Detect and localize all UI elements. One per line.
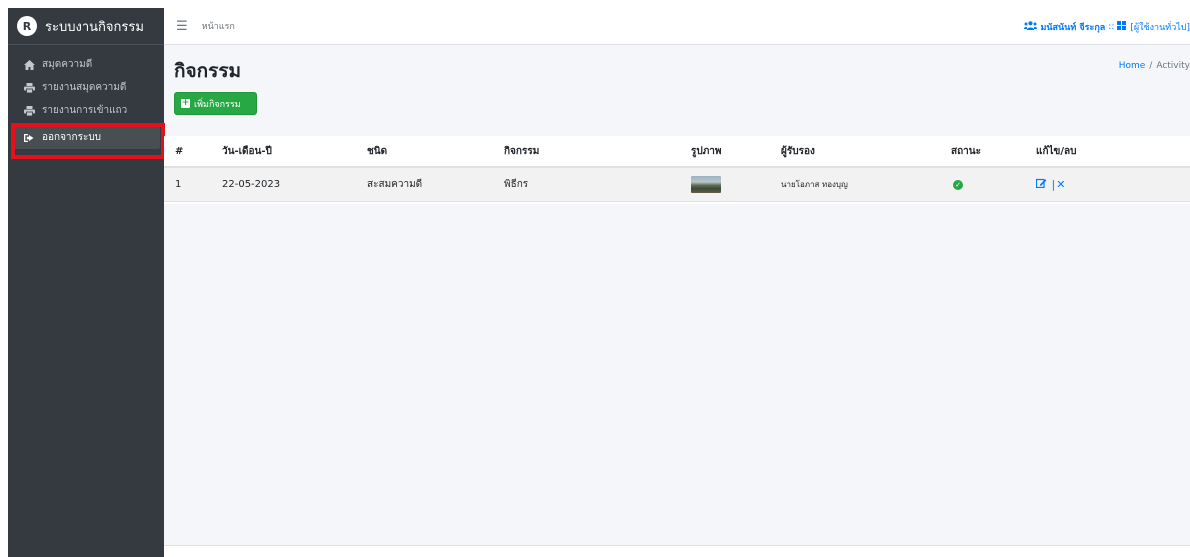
sidebar-item-label: รายงานสมุดความดี <box>42 82 127 93</box>
page-title: กิจกรรม <box>174 60 242 82</box>
users-icon <box>1024 20 1038 33</box>
header-status: สถานะ <box>951 145 981 157</box>
add-activity-button[interactable]: + เพิ่มกิจกรรม <box>174 92 257 115</box>
sidebar-item-good-deeds-report[interactable]: รายงานสมุดความดี <box>12 76 160 99</box>
check-circle-icon: ✓ <box>953 180 963 190</box>
header-image: รูปภาพ <box>691 145 722 157</box>
header-date: วัน-เดือน-ปี <box>222 145 272 157</box>
edit-icon[interactable] <box>1035 178 1051 191</box>
row-image-cell <box>691 176 781 193</box>
row-status: ✓ <box>951 179 1036 190</box>
user-separator: :: <box>1108 21 1115 32</box>
brand-logo: R <box>17 16 37 36</box>
sidebar-item-label: ออกจากระบบ <box>42 132 102 143</box>
footer <box>164 545 1190 557</box>
sidebar-nav: สมุดความดี รายงานสมุดความดี รายงานการเข้… <box>8 45 164 149</box>
row-actions: |✕ <box>1035 178 1190 191</box>
user-role: [ผู้ใช้งานทั่วไป] <box>1130 22 1190 33</box>
row-number: 1 <box>175 179 182 190</box>
sidebar-item-attendance-report[interactable]: รายงานการเข้าแถว <box>12 99 160 122</box>
topbar-home-link[interactable]: หน้าแรก <box>202 19 235 33</box>
app-frame: R ระบบงานกิจกรรม สมุดความดี รายงานสมุดคว… <box>8 8 1190 557</box>
breadcrumb-home-link[interactable]: Home <box>1119 61 1146 71</box>
activity-table: # วัน-เดือน-ปี ชนิด กิจกรรม รูปภาพ ผู้รั… <box>164 136 1190 204</box>
delete-icon[interactable]: ✕ <box>1056 178 1065 191</box>
add-activity-label: เพิ่มกิจกรรม <box>194 99 241 110</box>
table-header: # วัน-เดือน-ปี ชนิด กิจกรรม รูปภาพ ผู้รั… <box>164 136 1190 168</box>
header-number: # <box>175 145 184 157</box>
breadcrumb-separator: / <box>1149 61 1153 71</box>
row-certifier: นายโอภาส ทองบุญ <box>781 180 848 189</box>
row-activity: พิธีกร <box>504 179 529 190</box>
home-icon <box>22 59 36 70</box>
breadcrumb-current: Activity <box>1156 61 1190 71</box>
topbar: ☰ หน้าแรก มนัสนันท์ จีระกุล :: [ผู้ใช้งา… <box>164 8 1190 45</box>
grid-icon <box>1117 20 1127 33</box>
print-icon <box>22 82 36 93</box>
user-name: มนัสนันท์ จีระกุล <box>1040 22 1106 33</box>
header-certifier: ผู้รับรอง <box>781 145 815 157</box>
sidebar-item-good-deeds-book[interactable]: สมุดความดี <box>12 53 160 76</box>
activity-photo-thumbnail[interactable] <box>691 176 721 193</box>
header-type: ชนิด <box>367 145 388 157</box>
sidebar: R ระบบงานกิจกรรม สมุดความดี รายงานสมุดคว… <box>8 8 164 557</box>
breadcrumb: Home / Activity <box>1119 61 1190 71</box>
row-type: สะสมความดี <box>367 179 423 190</box>
print-icon <box>22 105 36 116</box>
header-edit-delete: แก้ไข/ลบ <box>1036 145 1077 157</box>
sidebar-item-label: สมุดความดี <box>42 59 93 70</box>
plus-square-icon: + <box>181 98 190 108</box>
main-content: กิจกรรม Home / Activity + เพิ่มกิจกรรม # ว… <box>164 45 1190 557</box>
sidebar-item-logout[interactable]: ออกจากระบบ <box>12 126 160 149</box>
menu-toggle-icon[interactable]: ☰ <box>176 19 188 34</box>
action-separator: | <box>1051 178 1056 191</box>
user-menu[interactable]: มนัสนันท์ จีระกุล :: [ผู้ใช้งานทั่วไป] <box>1024 8 1190 45</box>
sign-out-icon <box>22 133 36 143</box>
brand-title: ระบบงานกิจกรรม <box>45 19 144 35</box>
brand[interactable]: R ระบบงานกิจกรรม <box>8 8 164 45</box>
header-activity: กิจกรรม <box>504 145 540 157</box>
table-row: 1 22-05-2023 สะสมความดี พิธีกร นายโอภาส … <box>164 168 1190 202</box>
row-date: 22-05-2023 <box>222 179 281 190</box>
sidebar-item-label: รายงานการเข้าแถว <box>42 105 128 116</box>
